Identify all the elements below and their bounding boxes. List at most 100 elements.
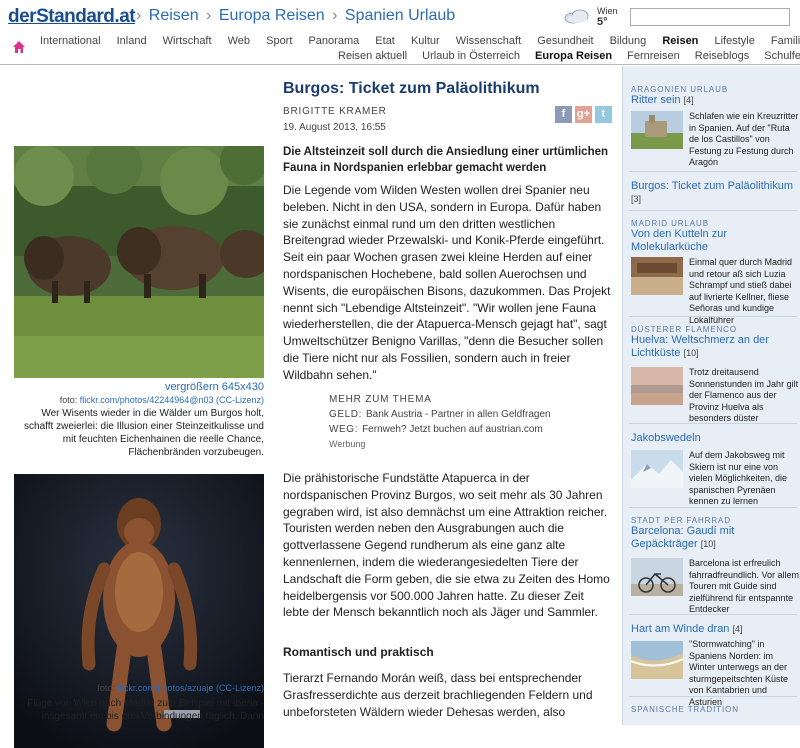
enlarge-image-link[interactable]: vergrößern 645x430 — [14, 381, 264, 393]
nav-items: International Inland Wirtschaft Web Spor… — [40, 35, 800, 47]
sidebar-teaser-barcelona[interactable]: STADT PER FAHRRAD Barcelona: Gaudí mit G… — [631, 516, 799, 614]
sub-nav: Reisen aktuell Urlaub in Österreich Euro… — [0, 49, 800, 65]
teaser-title[interactable]: Von den Kutteln zur Molekularküche — [631, 228, 797, 254]
image-column: vergrößern 645x430 foto: flickr.com/phot… — [0, 66, 270, 748]
nav-item-gesundheit[interactable]: Gesundheit — [537, 35, 593, 47]
nav-item-etat[interactable]: Etat — [375, 35, 395, 47]
weather-widget[interactable]: Wien 5° — [564, 4, 622, 28]
subnav-item-urlaub-oesterreich[interactable]: Urlaub in Österreich — [422, 50, 520, 62]
nav-item-lifestyle[interactable]: Lifestyle — [714, 35, 754, 47]
subnav-item-reisen-aktuell[interactable]: Reisen aktuell — [338, 50, 407, 62]
image-caption: Wer Wisents wieder in die Wälder um Burg… — [24, 408, 264, 458]
weather-city: Wien — [597, 6, 618, 16]
nav-item-kultur[interactable]: Kultur — [411, 35, 440, 47]
divider — [629, 316, 797, 317]
related-text: Bank Austria - Partner in allen Geldfrag… — [366, 409, 551, 420]
nav-item-familie[interactable]: Familie — [771, 35, 800, 47]
teaser-category: SPANISCHE TRADITION — [631, 705, 739, 714]
nav-item-bildung[interactable]: Bildung — [610, 35, 647, 47]
breadcrumb-separator: › — [206, 7, 212, 24]
related-heading: MEHR ZUM THEMA — [329, 394, 432, 405]
subnav-item-reiseblogs[interactable]: Reiseblogs — [695, 50, 749, 62]
breadcrumb-reisen[interactable]: Reisen — [149, 7, 199, 24]
article-lead: Die Altsteinzeit soll durch die Ansiedlu… — [283, 146, 609, 174]
sidebar-teaser-huelva[interactable]: DÜSTERER FLAMENCO Huelva: Weltschmerz an… — [631, 325, 798, 423]
nav-item-international[interactable]: International — [40, 35, 101, 47]
teaser-thumbnail[interactable] — [631, 111, 683, 149]
teaser-thumbnail[interactable] — [631, 450, 683, 488]
subnav-item-schulferien[interactable]: Schulferien — [764, 50, 800, 62]
subnav-item-fernreisen[interactable]: Fernreisen — [627, 50, 680, 62]
teaser-text: "Stormwatching" in Spaniens Norden: im W… — [689, 639, 789, 707]
article-date: 19. August 2013, 16:55 — [283, 122, 386, 133]
divider — [629, 423, 797, 424]
google-plus-icon[interactable]: g+ — [575, 106, 592, 123]
article-author[interactable]: BRIGITTE KRAMER — [283, 106, 387, 117]
sidebar-teaser-tradition[interactable]: SPANISCHE TRADITION — [631, 705, 797, 714]
image-credit-2: foto: flickr.com/photos/azuaje (CC-Lizen… — [14, 683, 264, 693]
teaser-title[interactable]: Huelva: Weltschmerz an der Lichtküste [1… — [631, 334, 797, 360]
sidebar-teaser-jakobswedeln[interactable]: Jakobswedeln Auf dem Jakobsweg mit Skier… — [631, 432, 797, 506]
image-caption-2: Flüge von Wien nach Madrid zum Beispiel … — [27, 698, 264, 722]
article: Burgos: Ticket zum Paläolithikum BRIGITT… — [283, 66, 613, 725]
teaser-title[interactable]: Barcelona: Gaudí mit Gepäckträger [10] — [631, 525, 797, 551]
related-label: WEG: — [329, 424, 359, 435]
article-paragraph: Tierarzt Fernando Morán weiß, dass bei e… — [283, 671, 593, 719]
weather-temp: 5° — [597, 16, 608, 28]
sidebar-teaser-ritter[interactable]: ARAGONIEN URLAUB Ritter sein [4] Schlafe… — [631, 85, 799, 167]
nav-item-sport[interactable]: Sport — [266, 35, 292, 47]
twitter-icon[interactable]: t — [595, 106, 612, 123]
article-paragraph: Die prähistorische Fundstätte Atapuerca … — [283, 471, 610, 620]
article-subheading: Romantisch und praktisch — [283, 645, 434, 659]
credit-prefix: foto: — [59, 395, 78, 405]
nav-item-wissenschaft[interactable]: Wissenschaft — [456, 35, 521, 47]
facebook-icon[interactable]: f — [555, 106, 572, 123]
image-credit: foto: flickr.com/photos/42244964@n03 (CC… — [14, 395, 264, 405]
teaser-title[interactable]: Ritter sein [4] — [631, 94, 797, 107]
teaser-category: ARAGONIEN URLAUB — [631, 85, 729, 94]
breadcrumb: › Reisen › Europa Reisen › Spanien Urlau… — [133, 7, 455, 25]
nav-item-inland[interactable]: Inland — [117, 35, 147, 47]
license-link-2[interactable]: (CC-Lizenz) — [216, 683, 264, 693]
teaser-thumbnail[interactable] — [631, 367, 683, 405]
teaser-text: Schlafen wie ein Kreuzritter in Spanien.… — [689, 111, 799, 167]
related-sidebar: ARAGONIEN URLAUB Ritter sein [4] Schlafe… — [622, 66, 800, 725]
subnav-item-europa-reisen[interactable]: Europa Reisen — [535, 50, 612, 62]
divider — [629, 171, 797, 172]
divider — [629, 507, 797, 508]
license-link[interactable]: (CC-Lizenz) — [216, 395, 264, 405]
nav-item-web[interactable]: Web — [228, 35, 250, 47]
teaser-category: STADT PER FAHRRAD — [631, 516, 731, 525]
site-logo[interactable]: derStandard.at — [8, 6, 136, 28]
sidebar-teaser-burgos[interactable]: Burgos: Ticket zum Paläolithikum [3] — [631, 180, 797, 206]
teaser-text: Auf dem Jakobsweg mit Skiern ist nur ein… — [689, 450, 788, 506]
breadcrumb-spanien-urlaub[interactable]: Spanien Urlaub — [345, 7, 455, 24]
teaser-text: Trotz dreitausend Sonnenstunden im Jahr … — [689, 367, 799, 423]
teaser-category: DÜSTERER FLAMENCO — [631, 325, 737, 334]
teaser-title[interactable]: Hart am Winde dran [4] — [631, 623, 797, 636]
related-row-weg[interactable]: WEG: Fernweh? Jetzt buchen auf austrian.c… — [329, 424, 609, 435]
breadcrumb-separator: › — [332, 7, 338, 24]
sidebar-teaser-madrid[interactable]: MADRID URLAUB Von den Kutteln zur Moleku… — [631, 219, 797, 325]
nav-item-panorama[interactable]: Panorama — [308, 35, 359, 47]
teaser-thumbnail[interactable] — [631, 558, 683, 596]
article-paragraph: Die Legende vom Wilden Westen wollen dre… — [283, 183, 611, 382]
teaser-thumbnail[interactable] — [631, 641, 683, 679]
related-row-geld[interactable]: GELD: Bank Austria - Partner in allen Gel… — [329, 409, 609, 420]
breadcrumb-europa-reisen[interactable]: Europa Reisen — [219, 7, 325, 24]
main-nav: International Inland Wirtschaft Web Spor… — [0, 33, 800, 53]
teaser-title[interactable]: Jakobswedeln — [631, 432, 797, 445]
search-input[interactable] — [630, 8, 790, 26]
bison-photo[interactable] — [14, 146, 264, 378]
nav-item-reisen[interactable]: Reisen — [662, 35, 698, 47]
site-header: derStandard.at › Reisen › Europa Reisen … — [0, 0, 800, 36]
teaser-title[interactable]: Burgos: Ticket zum Paläolithikum [3] — [631, 180, 797, 206]
credit-link-2[interactable]: flickr.com/photos/azuaje — [117, 683, 213, 693]
credit-link[interactable]: flickr.com/photos/42244964@n03 — [80, 395, 214, 405]
breadcrumb-separator: › — [136, 7, 142, 24]
teaser-thumbnail[interactable] — [631, 257, 683, 295]
sidebar-teaser-stormwatching[interactable]: Hart am Winde dran [4] "Stormwatching" i… — [631, 623, 797, 707]
related-box: MEHR ZUM THEMA GELD: Bank Austria - Partn… — [329, 394, 609, 449]
divider — [629, 696, 797, 697]
nav-item-wirtschaft[interactable]: Wirtschaft — [163, 35, 212, 47]
